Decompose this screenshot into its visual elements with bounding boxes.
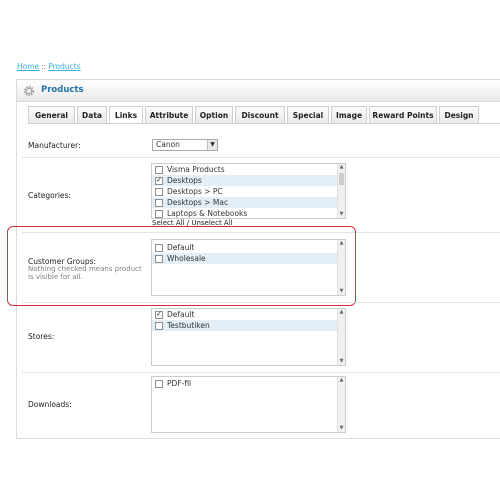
category-item-label: Desktops > PC	[167, 187, 223, 196]
download-item[interactable]: PDF-fil	[152, 378, 345, 389]
checkbox[interactable]	[155, 321, 163, 330]
tabs-divider	[28, 123, 500, 124]
breadcrumb-home-link[interactable]: Home	[17, 62, 39, 71]
tab-data[interactable]: Data	[77, 106, 107, 123]
category-item-label: Desktops > Mac	[167, 198, 229, 207]
category-item[interactable]: Desktops > PC	[152, 186, 345, 197]
store-item[interactable]: Testbutiken	[152, 320, 345, 331]
row-divider	[22, 157, 500, 158]
stores-label: Stores:	[28, 332, 55, 341]
download-item-label: PDF-fil	[167, 379, 192, 388]
stores-scrollbox[interactable]: ✓ Default Testbutiken ▲ ▼	[151, 308, 346, 366]
breadcrumb-products-link[interactable]: Products	[48, 62, 80, 71]
checkbox-checked[interactable]: ✓	[155, 310, 163, 319]
scroll-up-icon[interactable]: ▲	[338, 164, 345, 171]
breadcrumb-separator: ::	[41, 62, 47, 71]
category-item[interactable]: ✓ Desktops	[152, 175, 345, 186]
tab-bar: General Data Links Attribute Option Disc…	[28, 106, 481, 124]
checkbox-checked[interactable]: ✓	[155, 176, 163, 185]
downloads-label: Downloads:	[28, 400, 72, 409]
scroll-down-icon[interactable]: ▼	[338, 358, 345, 365]
checkbox[interactable]	[155, 187, 163, 196]
checkbox[interactable]	[155, 209, 163, 218]
scrollbar[interactable]: ▲ ▼	[337, 309, 345, 365]
tab-design[interactable]: Design	[439, 106, 479, 123]
scrollbar[interactable]: ▲ ▼	[337, 164, 345, 218]
downloads-scrollbox[interactable]: PDF-fil ▲ ▼	[151, 376, 346, 433]
tab-image[interactable]: Image	[331, 106, 367, 123]
scrollbar[interactable]: ▲ ▼	[337, 377, 345, 432]
category-item[interactable]: Desktops > Mac	[152, 197, 345, 208]
categories-scrollbox[interactable]: Visma Products ✓ Desktops Desktops > PC D…	[151, 163, 346, 219]
tab-discount[interactable]: Discount	[235, 106, 285, 123]
category-item[interactable]: Visma Products	[152, 164, 345, 175]
tab-links[interactable]: Links	[109, 106, 143, 124]
breadcrumb: Home:: Products	[17, 62, 81, 71]
category-item-label: Laptops & Notebooks	[167, 209, 248, 218]
categories-label: Categories:	[28, 191, 71, 200]
gear-icon	[24, 86, 34, 96]
scroll-down-icon[interactable]: ▼	[338, 211, 345, 218]
scroll-up-icon[interactable]: ▲	[338, 377, 345, 384]
scrollbar-thumb[interactable]	[339, 173, 344, 185]
checkbox[interactable]	[155, 198, 163, 207]
manufacturer-select[interactable]: Canon ▼	[152, 139, 218, 151]
scroll-up-icon[interactable]: ▲	[338, 309, 345, 316]
scroll-down-icon[interactable]: ▼	[338, 425, 345, 432]
tab-attribute[interactable]: Attribute	[145, 106, 193, 123]
chevron-down-icon[interactable]: ▼	[207, 140, 217, 150]
checkbox[interactable]	[155, 379, 163, 388]
panel-heading: Products	[17, 80, 500, 102]
checkbox[interactable]	[155, 165, 163, 174]
category-item-label: Visma Products	[167, 165, 225, 174]
manufacturer-label: Manufacturer:	[28, 141, 81, 150]
row-divider	[22, 302, 500, 303]
tab-special[interactable]: Special	[287, 106, 329, 123]
highlight-frame	[7, 226, 356, 306]
store-item[interactable]: ✓ Default	[152, 309, 345, 320]
page-title: Products	[41, 85, 84, 95]
category-item-label: Desktops	[167, 176, 202, 185]
store-item-label: Default	[167, 310, 195, 319]
tab-general[interactable]: General	[28, 106, 75, 123]
store-item-label: Testbutiken	[167, 321, 210, 330]
tab-reward-points[interactable]: Reward Points	[369, 106, 437, 123]
row-divider	[22, 372, 500, 373]
category-item[interactable]: Laptops & Notebooks	[152, 208, 345, 218]
manufacturer-value: Canon	[156, 140, 180, 149]
tab-option[interactable]: Option	[195, 106, 233, 123]
